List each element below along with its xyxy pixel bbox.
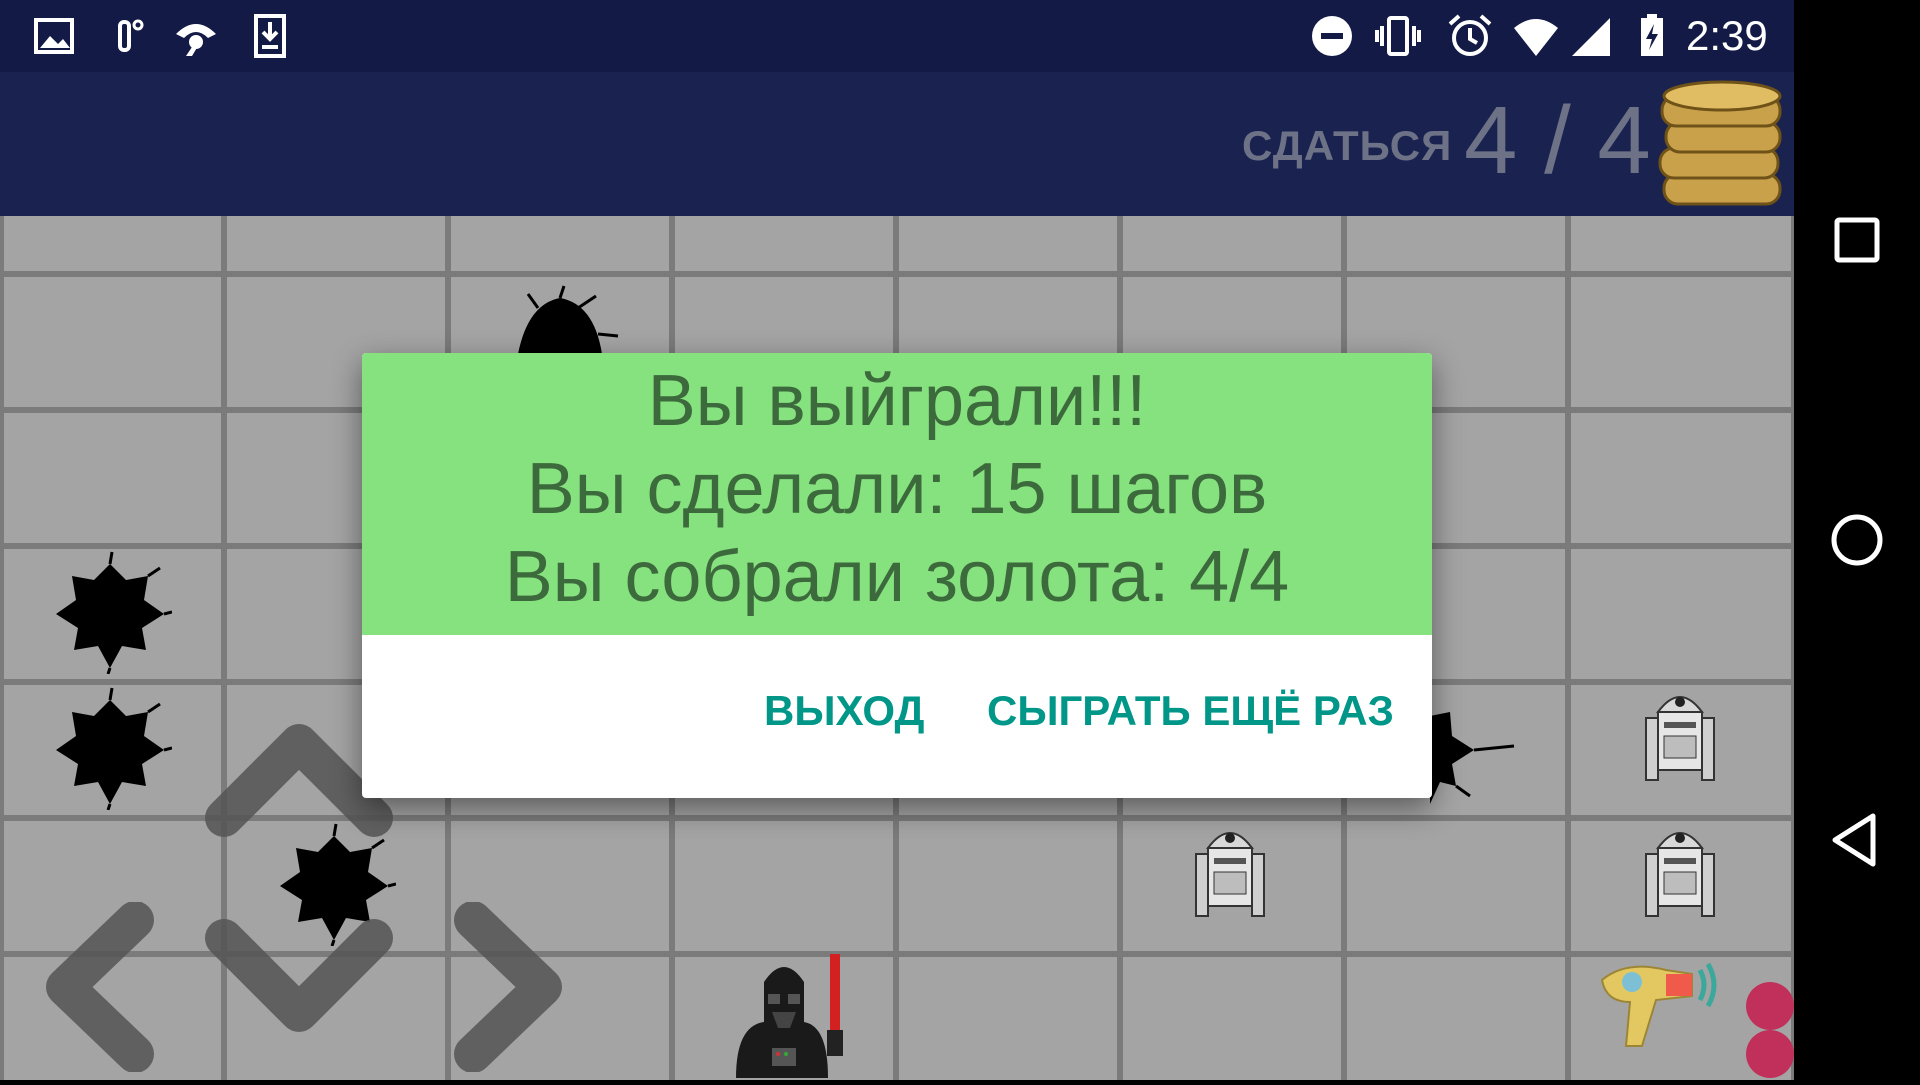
crater-icon — [48, 686, 173, 815]
board-cell — [1571, 413, 1791, 543]
red-ball-icon — [1744, 980, 1796, 1085]
hotspot-icon — [172, 12, 220, 60]
steps-text: Вы сделали: 15 шагов — [526, 449, 1268, 529]
board-cell — [4, 216, 221, 271]
play-again-button[interactable]: СЫГРАТЬ ЕЩЁ РАЗ — [987, 683, 1394, 739]
board-cell — [4, 277, 221, 407]
board-cell — [451, 216, 669, 271]
ray-gun-icon — [1596, 956, 1726, 1057]
crater-icon — [1430, 686, 1520, 815]
dpad-down-icon[interactable] — [204, 918, 394, 1043]
cell-signal-icon — [1566, 12, 1614, 60]
dpad-right-icon[interactable] — [448, 901, 568, 1077]
crater-icon — [498, 284, 622, 359]
surrender-button[interactable]: СДАТЬСЯ — [1242, 118, 1452, 174]
board-cell — [1571, 277, 1791, 407]
image-icon — [30, 12, 78, 60]
board-cell — [1571, 549, 1791, 679]
status-bar: 2:39 — [0, 0, 1794, 72]
board-cell — [1347, 821, 1565, 951]
gold-collected-text: Вы собрали золота: 4/4 — [504, 537, 1290, 617]
win-dialog: Вы выйграли!!! Вы сделали: 15 шагов Вы с… — [362, 353, 1432, 798]
robot-icon — [1190, 818, 1270, 931]
board-cell — [1347, 216, 1565, 271]
robot-icon — [1640, 682, 1720, 795]
back-button[interactable] — [1817, 800, 1897, 880]
battery-charging-icon — [1628, 12, 1676, 60]
board-cell — [675, 821, 893, 951]
board-cell — [1571, 216, 1791, 271]
board-cell — [899, 216, 1117, 271]
board-cell — [899, 957, 1117, 1080]
board-cell — [4, 413, 221, 543]
board-cell — [675, 216, 893, 271]
exit-button[interactable]: ВЫХОД — [764, 683, 924, 739]
status-clock: 2:39 — [1686, 12, 1768, 59]
board-cell — [227, 216, 445, 271]
win-title: Вы выйграли!!! — [647, 361, 1147, 441]
board-cell — [1123, 957, 1341, 1080]
home-button[interactable] — [1817, 500, 1897, 580]
do-not-disturb-icon — [1308, 12, 1356, 60]
board-cell — [899, 821, 1117, 951]
gold-score: 4 / 4 — [1464, 87, 1651, 194]
alarm-icon — [1446, 12, 1494, 60]
navigation-bar — [1794, 0, 1920, 1080]
wifi-icon — [1512, 12, 1560, 60]
dpad-left-icon[interactable] — [40, 901, 160, 1077]
board-cell — [1347, 957, 1565, 1080]
win-message: Вы выйграли!!! Вы сделали: 15 шагов Вы с… — [362, 353, 1432, 635]
dark-helmet-player-icon — [724, 952, 844, 1083]
recent-apps-button[interactable] — [1817, 200, 1897, 280]
crater-icon — [48, 550, 173, 679]
download-icon — [246, 12, 294, 60]
gold-coins-icon — [1656, 76, 1788, 212]
board-cell — [1123, 216, 1341, 271]
vibrate-icon — [1374, 12, 1422, 60]
temperature-icon — [106, 12, 154, 60]
robot-icon — [1640, 818, 1720, 931]
